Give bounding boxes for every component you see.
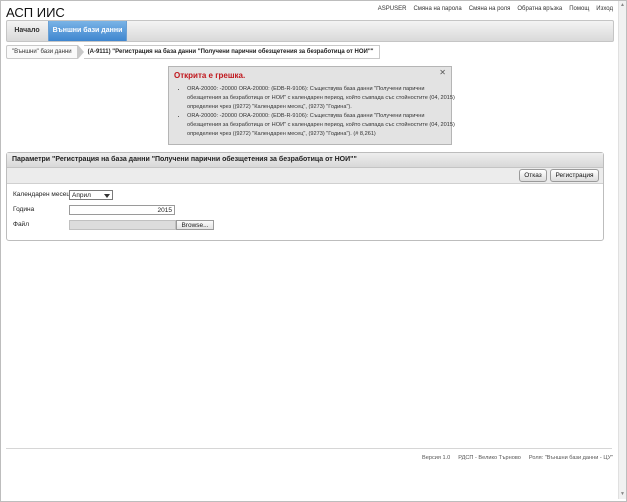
menu-home[interactable]: Начало	[7, 21, 47, 41]
panel-title: Параметри "Регистрация на база данни "По…	[7, 153, 603, 168]
footer: Версия 1.0 РДСП - Велико Търново Роля: "…	[422, 455, 613, 461]
footer-version: Версия 1.0	[422, 455, 451, 461]
menu-external-databases[interactable]: Външни бази данни	[48, 21, 127, 41]
cancel-button[interactable]: Отказ	[519, 169, 547, 182]
error-title: Открита е грешка.	[174, 71, 246, 80]
close-icon[interactable]: ✕	[439, 68, 446, 77]
scroll-down-icon[interactable]: ▼	[620, 492, 625, 497]
browse-button[interactable]: Browse...	[176, 220, 214, 230]
user-link[interactable]: ASPUSER	[378, 6, 407, 12]
breadcrumb-parent[interactable]: "Външни" бази данни	[6, 45, 78, 59]
top-links: ASPUSER Смяна на парола Смяна на роля Об…	[378, 6, 613, 12]
year-input[interactable]: 2015	[69, 205, 175, 215]
change-password-link[interactable]: Смяна на парола	[413, 6, 461, 12]
error-message-box: Открита е грешка. ✕ ORA-20000: -20000 OR…	[168, 66, 455, 145]
footer-divider	[6, 448, 612, 449]
vertical-scrollbar[interactable]: ▲ ▼	[618, 1, 626, 499]
register-button[interactable]: Регистрация	[550, 169, 599, 182]
help-link[interactable]: Помощ	[569, 6, 589, 12]
error-item: ORA-20000: -20000 ORA-20000: (EDB-R-9106…	[187, 85, 455, 112]
error-item: ORA-20000: -20000 ORA-20000: (EDB-R-9106…	[187, 112, 455, 139]
footer-office: РДСП - Велико Търново	[458, 455, 521, 461]
file-label: Файл	[13, 221, 29, 228]
month-select-value: Април	[72, 192, 91, 199]
panel-toolbar: Отказ Регистрация	[7, 168, 603, 184]
chevron-down-icon	[104, 194, 110, 198]
scroll-up-icon[interactable]: ▲	[620, 3, 625, 8]
change-role-link[interactable]: Смяна на роля	[469, 6, 511, 12]
file-path-field[interactable]	[69, 220, 176, 230]
footer-role: Роля: "Външни бази данни - ЦУ"	[528, 455, 613, 461]
feedback-link[interactable]: Обратна връзка	[517, 6, 562, 12]
app-title: АСП ИИС	[6, 5, 65, 20]
month-select[interactable]: Април	[69, 190, 113, 200]
year-label: Година	[13, 206, 35, 213]
error-list: ORA-20000: -20000 ORA-20000: (EDB-R-9106…	[177, 85, 455, 139]
logout-link[interactable]: Изход	[596, 6, 613, 12]
breadcrumb: "Външни" бази данни (A-9111) "Регистраци…	[6, 45, 380, 59]
main-menu: Начало Външни бази данни	[6, 20, 614, 42]
month-label: Календарен месец	[13, 191, 71, 198]
parameters-panel: Параметри "Регистрация на база данни "По…	[6, 152, 604, 241]
breadcrumb-current: (A-9111) "Регистрация на база данни "Пол…	[83, 45, 380, 59]
